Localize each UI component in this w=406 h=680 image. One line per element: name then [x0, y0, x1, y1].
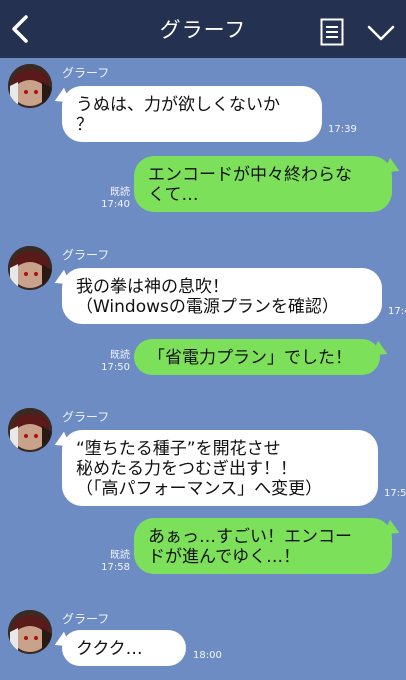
- message-time: 17:40: [101, 199, 130, 210]
- avatar[interactable]: [8, 408, 52, 452]
- incoming-message-bubble[interactable]: “堕ちたる種子”を開花させ 秘めたる力をつむぎ出す！！ （「高パフォーマンス」へ…: [62, 430, 378, 506]
- avatar[interactable]: [8, 246, 52, 290]
- avatar[interactable]: [8, 610, 52, 654]
- chevron-down-icon[interactable]: [367, 24, 395, 42]
- incoming-message-bubble[interactable]: うぬは、力が欲しくないか ？: [62, 86, 322, 142]
- message-time: 18:00: [193, 650, 222, 661]
- message-time: 17:58: [101, 562, 130, 573]
- sender-name: グラーフ: [62, 612, 110, 626]
- message-read-status: 既読 17:40: [100, 187, 130, 211]
- outgoing-message-bubble[interactable]: あぁっ…すごい！エンコー ドが進んでゆく…！: [134, 518, 392, 574]
- chat-header: グラーフ: [0, 0, 406, 58]
- sender-name: グラーフ: [62, 248, 110, 262]
- sender-name: グラーフ: [62, 410, 110, 424]
- read-label: 既読: [110, 550, 130, 561]
- incoming-message-bubble[interactable]: 我の拳は神の息吹！ （Windowsの電源プランを確認）: [62, 268, 382, 324]
- sender-name: グラーフ: [62, 66, 110, 80]
- message-time: 17:39: [328, 124, 357, 135]
- outgoing-message-bubble[interactable]: 「省電力プラン」でした！: [134, 339, 380, 375]
- read-label: 既読: [110, 350, 130, 361]
- message-time: 17:5: [384, 488, 406, 499]
- read-label: 既読: [110, 187, 130, 198]
- message-read-status: 既読 17:58: [100, 550, 130, 574]
- outgoing-message-bubble[interactable]: エンコードが中々終わらな くて…: [134, 156, 392, 212]
- chat-title: グラーフ: [159, 18, 247, 42]
- notes-icon[interactable]: [320, 18, 344, 46]
- avatar[interactable]: [8, 64, 52, 108]
- message-read-status: 既読 17:50: [100, 350, 130, 374]
- message-time: 17:4: [388, 306, 406, 317]
- message-time: 17:50: [101, 362, 130, 373]
- incoming-message-bubble[interactable]: ククク…: [62, 630, 186, 666]
